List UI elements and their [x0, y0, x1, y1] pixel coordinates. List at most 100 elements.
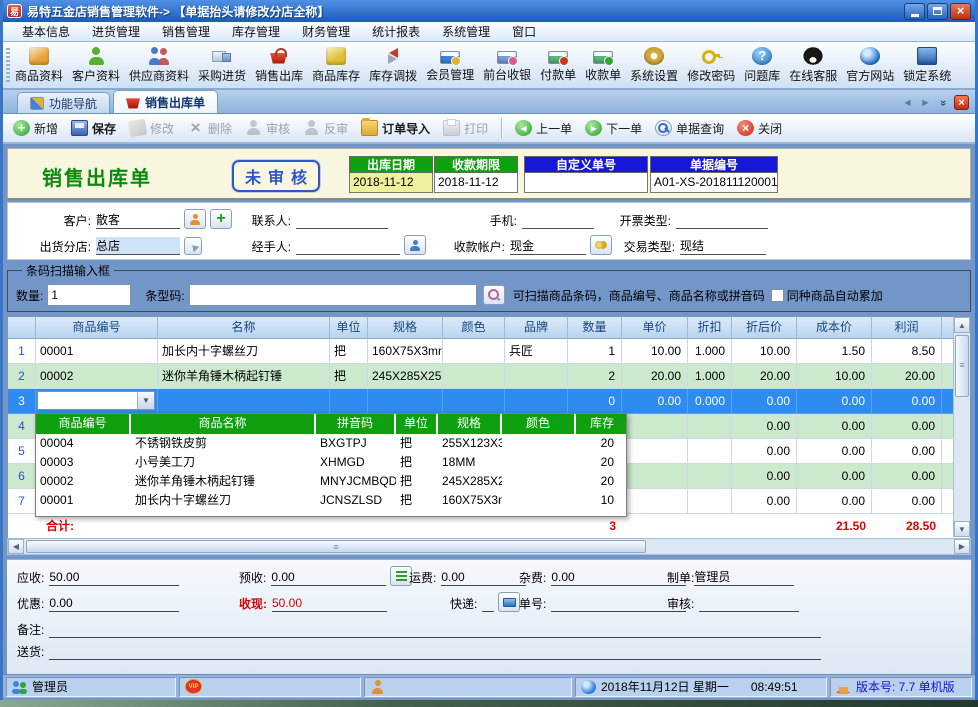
menu-inventory-mgmt[interactable]: 库存管理: [221, 21, 291, 42]
grid-cell[interactable]: [688, 439, 732, 464]
selected-edit-row[interactable]: 3 0 0.00 0.000 0.00 0.00 0.00: [8, 389, 970, 414]
due-date-value[interactable]: 2018-11-12: [434, 173, 518, 193]
grid-cell[interactable]: 0.00: [872, 464, 942, 489]
horizontal-scroll-thumb[interactable]: [26, 540, 646, 553]
mobile-input[interactable]: [522, 211, 594, 229]
toolbar-lock-system[interactable]: 锁定系统: [903, 47, 951, 84]
grid-cell[interactable]: 10.00: [622, 339, 688, 364]
order-import-button[interactable]: 订单导入: [361, 120, 430, 137]
grid-cell[interactable]: 1: [568, 339, 622, 364]
tab-list-icon[interactable]: [936, 95, 951, 110]
grid-cell[interactable]: [330, 389, 368, 414]
print-button[interactable]: 打印: [443, 120, 488, 137]
scroll-down-icon[interactable]: [954, 521, 970, 537]
toolbar-online-service[interactable]: 在线客服: [789, 47, 837, 84]
scroll-up-icon[interactable]: [954, 317, 970, 333]
handler-input[interactable]: [296, 237, 400, 255]
grid-cell[interactable]: 0.00: [797, 439, 872, 464]
grid-cell[interactable]: 0.00: [732, 389, 797, 414]
out-date-value[interactable]: 2018-11-12: [349, 173, 433, 193]
popup-list-item[interactable]: 00001 加长内十字螺丝刀 JCNSZLSD 把 160X75X3mm 10: [36, 491, 626, 510]
grid-cell[interactable]: 1.000: [688, 364, 732, 389]
delete-button[interactable]: 删除: [187, 120, 232, 137]
maximize-button[interactable]: [927, 3, 948, 20]
grid-cell[interactable]: [505, 389, 568, 414]
edit-button[interactable]: 修改: [129, 120, 174, 137]
grid-cell[interactable]: 8.50: [872, 339, 942, 364]
menu-purchase-mgmt[interactable]: 进货管理: [81, 21, 151, 42]
grid-cell[interactable]: [443, 364, 505, 389]
horizontal-scrollbar[interactable]: [7, 538, 971, 555]
grid-cell[interactable]: [622, 439, 688, 464]
freight-input[interactable]: 0.00: [441, 569, 526, 586]
grid-cell[interactable]: [622, 464, 688, 489]
menu-basic-info[interactable]: 基本信息: [11, 21, 81, 42]
grid-cell[interactable]: [688, 414, 732, 439]
menu-system-mgmt[interactable]: 系统管理: [431, 21, 501, 42]
vertical-scrollbar[interactable]: [953, 317, 970, 537]
grid-cell[interactable]: [158, 389, 330, 414]
barcode-search-button[interactable]: [483, 285, 505, 305]
grid-cell[interactable]: [368, 389, 443, 414]
pick-customer-button[interactable]: [184, 209, 206, 229]
next-record-button[interactable]: 下一单: [585, 120, 642, 137]
grid-cell[interactable]: 20.00: [872, 364, 942, 389]
grid-cell[interactable]: 20.00: [732, 364, 797, 389]
unaudit-button[interactable]: 反审: [303, 120, 348, 137]
prev-record-button[interactable]: 上一单: [515, 120, 572, 137]
toolbar-product-data[interactable]: 商品资料: [15, 47, 63, 84]
grid-cell[interactable]: 00001: [36, 339, 158, 364]
menu-window[interactable]: 窗口: [501, 21, 547, 42]
trade-type-input[interactable]: 现结: [680, 237, 766, 255]
quantity-input[interactable]: [47, 284, 131, 306]
discount-input[interactable]: 0.00: [49, 595, 179, 612]
grid-cell[interactable]: [622, 414, 688, 439]
grid-cell[interactable]: 0.00: [732, 414, 797, 439]
grid-cell[interactable]: 0.00: [872, 489, 942, 514]
grid-cell[interactable]: 0.00: [872, 414, 942, 439]
popup-list-item[interactable]: 00003 小号美工刀 XHMGD 把 18MM 20: [36, 453, 626, 472]
toolbar-official-website[interactable]: 官方网站: [846, 47, 894, 84]
toolbar-receipt-bill[interactable]: 收款单: [585, 48, 621, 83]
delivery-input[interactable]: [49, 643, 821, 660]
account-input[interactable]: 现金: [510, 237, 586, 255]
tab-close-icon[interactable]: [954, 95, 969, 110]
remark-input[interactable]: [49, 621, 821, 638]
grid-cell[interactable]: 10.00: [797, 364, 872, 389]
chevron-down-icon[interactable]: [137, 392, 154, 409]
express-input[interactable]: [482, 595, 494, 612]
contact-input[interactable]: [296, 211, 388, 229]
toolbar-pos-cashier[interactable]: 前台收银: [483, 48, 531, 83]
tab-scroll-right-icon[interactable]: [918, 95, 933, 110]
toolbar-customer-data[interactable]: 客户资料: [72, 47, 120, 84]
grid-cell[interactable]: 加长内十字螺丝刀: [158, 339, 330, 364]
grid-cell[interactable]: 把: [330, 339, 368, 364]
toolbar-purchase-in[interactable]: 采购进货: [198, 47, 246, 84]
close-doc-button[interactable]: 关闭: [737, 120, 782, 137]
grid-cell[interactable]: 迷你羊角锤木柄起钉锤: [158, 364, 330, 389]
toolbar-system-settings[interactable]: 系统设置: [630, 47, 678, 84]
grid-cell[interactable]: 0.00: [732, 439, 797, 464]
menu-finance-mgmt[interactable]: 财务管理: [291, 21, 361, 42]
toolbar-question-bank[interactable]: 问题库: [744, 47, 780, 84]
popup-list-item[interactable]: 00002 迷你羊角锤木柄起钉锤 MNYJCMBQD 把 245X285X25 …: [36, 472, 626, 491]
grid-cell[interactable]: 0.00: [872, 439, 942, 464]
cash-received-input[interactable]: 50.00: [272, 595, 387, 612]
new-button[interactable]: 新增: [13, 120, 58, 137]
doc-no-value[interactable]: A01-XS-201811120001: [650, 173, 778, 193]
toolbar-stock-transfer[interactable]: 库存调拨: [369, 47, 417, 84]
prepaid-input[interactable]: 0.00: [271, 569, 386, 586]
menu-reports[interactable]: 统计报表: [361, 21, 431, 42]
toolbar-product-stock[interactable]: 商品库存: [312, 47, 360, 84]
grid-cell[interactable]: 1.50: [797, 339, 872, 364]
grid-cell[interactable]: [443, 339, 505, 364]
customer-input[interactable]: 散客: [96, 211, 180, 229]
grid-cell[interactable]: [505, 364, 568, 389]
pick-handler-button[interactable]: [404, 235, 426, 255]
add-customer-button[interactable]: [210, 209, 232, 229]
receivable-input[interactable]: 50.00: [49, 569, 179, 586]
grid-cell[interactable]: 0.00: [622, 389, 688, 414]
custom-no-value[interactable]: [524, 173, 648, 193]
scroll-right-icon[interactable]: [954, 539, 970, 554]
grid-cell[interactable]: 2: [568, 364, 622, 389]
